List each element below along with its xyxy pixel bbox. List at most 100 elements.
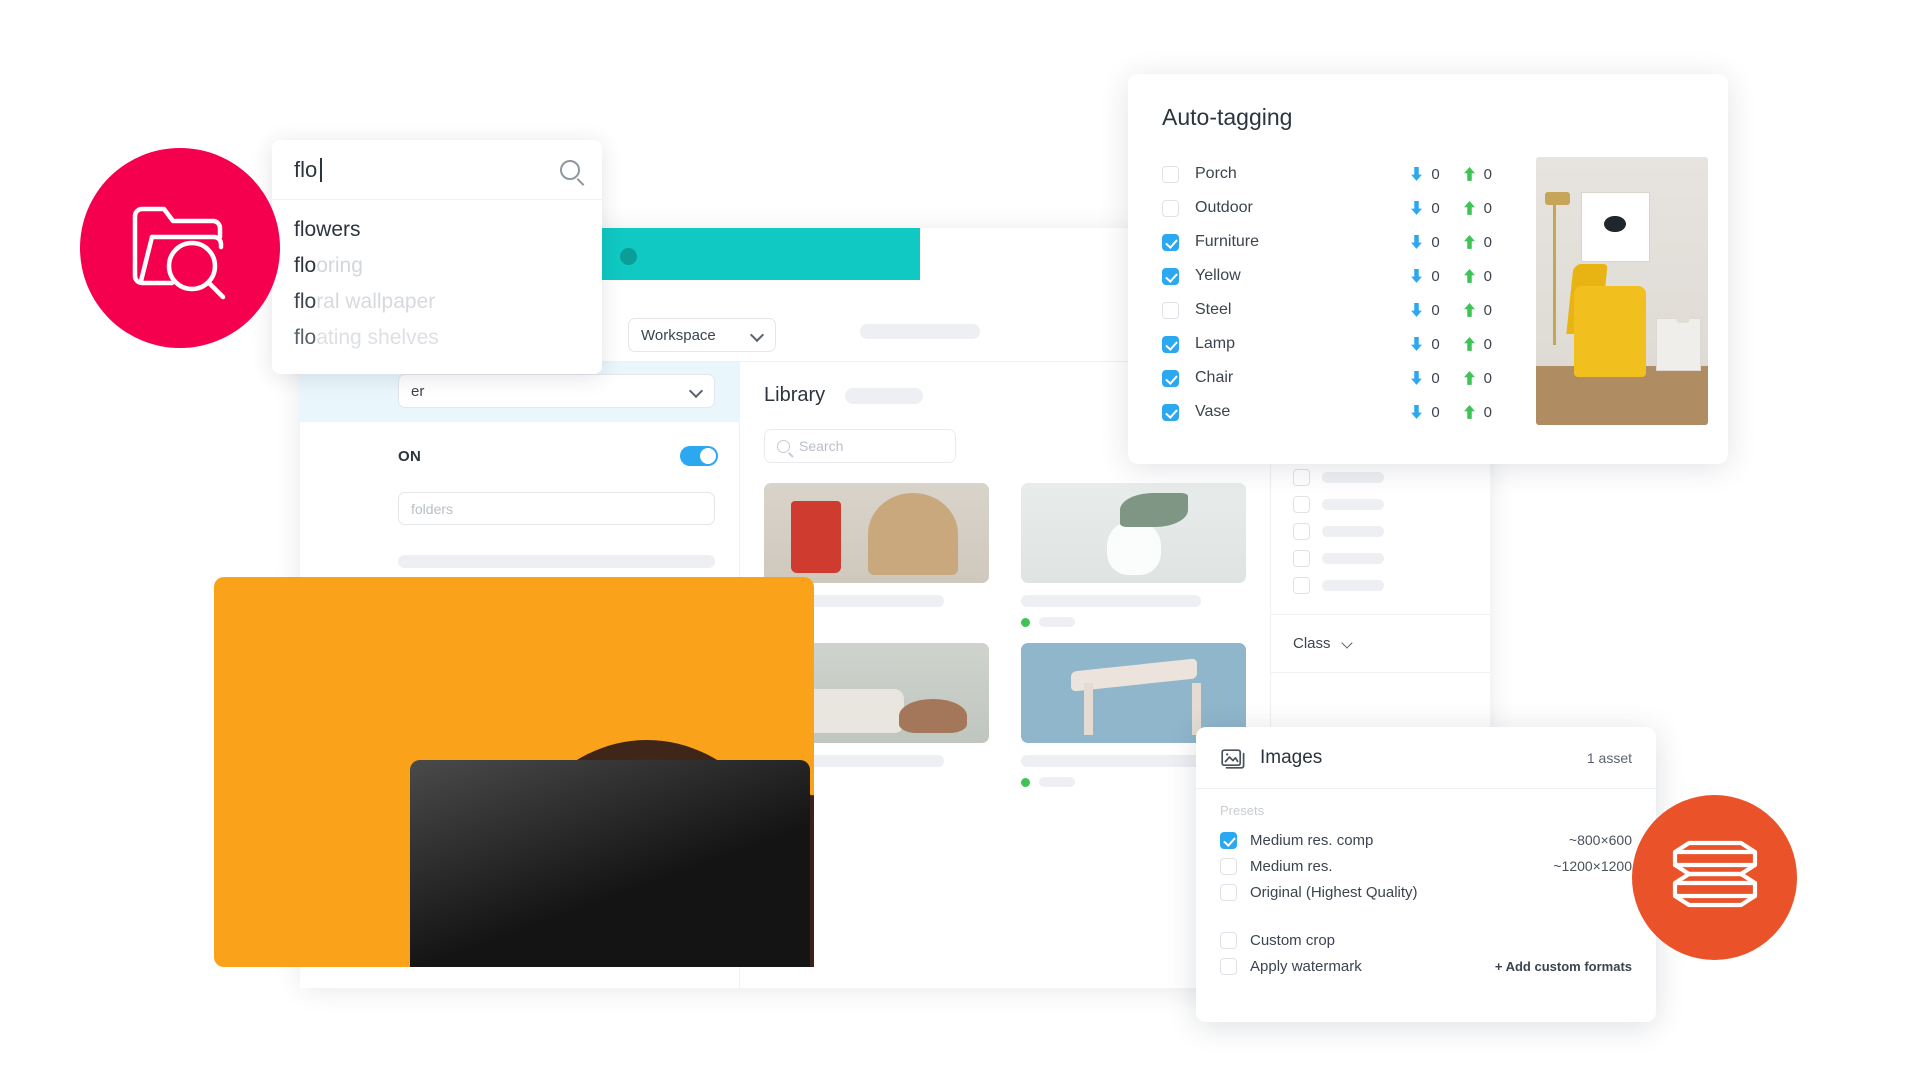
tag-checkbox[interactable] <box>1162 165 1179 183</box>
tag-checkbox[interactable] <box>1162 199 1179 217</box>
upvote-count[interactable]: 0 <box>1462 404 1492 421</box>
arrow-up-icon <box>1463 268 1475 283</box>
table-row[interactable]: Medium res. ~1200×1200 <box>1220 853 1632 879</box>
add-custom-formats-button[interactable]: + Add custom formats <box>1495 959 1632 974</box>
suggestion-prefix: flo <box>294 254 317 277</box>
library-header-placeholder <box>845 387 924 404</box>
search-input[interactable]: flo <box>294 156 323 183</box>
table-row[interactable]: Chair 0 0 <box>1162 361 1492 395</box>
image-icon <box>1221 748 1245 769</box>
upvote-value: 0 <box>1483 403 1492 421</box>
table-row[interactable]: Steel 0 0 <box>1162 293 1492 327</box>
floor-lamp-pole <box>1553 199 1557 345</box>
upvote-count[interactable]: 0 <box>1462 200 1492 217</box>
table-row[interactable] <box>1293 469 1468 486</box>
folder-search-badge <box>80 148 280 348</box>
downvote-count[interactable]: 0 <box>1409 370 1440 387</box>
upvote-count[interactable]: 0 <box>1462 302 1492 319</box>
upvote-count[interactable]: 0 <box>1462 166 1492 183</box>
table-row[interactable] <box>1293 523 1468 540</box>
list-item[interactable]: flooring <box>272 248 602 284</box>
status-dot <box>1021 617 1030 627</box>
preset-row-left: Original (Highest Quality) <box>1220 883 1418 901</box>
workspace-select-label: Workspace <box>641 326 716 344</box>
tag-checkbox[interactable] <box>1162 335 1179 353</box>
arrow-up-icon <box>1463 200 1475 215</box>
downvote-value: 0 <box>1431 403 1440 421</box>
tag-counts: 00 <box>1409 302 1492 319</box>
tag-checkbox[interactable] <box>1162 403 1179 421</box>
arrow-down-icon <box>1411 234 1423 249</box>
apply-watermark-checkbox[interactable] <box>1220 957 1237 975</box>
custom-crop-checkbox[interactable] <box>1220 931 1237 949</box>
upvote-value: 0 <box>1483 335 1492 353</box>
filter-checkbox[interactable] <box>1293 550 1310 567</box>
upvote-value: 0 <box>1483 301 1492 319</box>
filter-checkbox[interactable] <box>1293 577 1310 594</box>
downvote-count[interactable]: 0 <box>1409 335 1440 353</box>
table-row[interactable] <box>1293 577 1468 594</box>
table-row[interactable]: Lamp 0 0 <box>1162 327 1492 361</box>
suggestion-rest: ral wallpaper <box>316 290 436 313</box>
downvote-count[interactable]: 0 <box>1409 166 1440 183</box>
filter-checkbox[interactable] <box>1293 496 1310 513</box>
card-title-placeholder <box>1021 595 1201 607</box>
tag-checkbox[interactable] <box>1162 233 1179 251</box>
downvote-count[interactable]: 0 <box>1409 403 1440 421</box>
table-row[interactable]: Furniture 0 0 <box>1162 225 1492 259</box>
filter-label-placeholder <box>1322 499 1384 510</box>
filter-checkbox[interactable] <box>1293 523 1310 540</box>
table-row[interactable]: Vase 0 0 <box>1162 395 1492 429</box>
upvote-count[interactable]: 0 <box>1462 268 1492 285</box>
list-item[interactable] <box>1021 483 1246 627</box>
search-suggestion-list: flowers flooring floral wallpaper floati… <box>272 200 602 374</box>
table-row[interactable] <box>1293 550 1468 567</box>
images-panel-header: Images 1 asset <box>1196 727 1656 789</box>
downvote-count[interactable]: 0 <box>1409 234 1440 251</box>
yellow-armchair-room-photo <box>1536 157 1708 425</box>
arrow-down-icon <box>1411 166 1423 181</box>
tag-label: Yellow <box>1195 267 1241 284</box>
upvote-count[interactable]: 0 <box>1462 234 1492 251</box>
tag-checkbox[interactable] <box>1162 267 1179 285</box>
images-export-panel: Images 1 asset Presets Medium res. comp … <box>1196 727 1656 1022</box>
table-row[interactable] <box>1293 496 1468 513</box>
chevron-down-icon <box>751 329 763 341</box>
preset-checkbox[interactable] <box>1220 831 1237 849</box>
filter-checkbox[interactable] <box>1293 469 1310 486</box>
preset-checkbox[interactable] <box>1220 883 1237 901</box>
downvote-count[interactable]: 0 <box>1409 200 1440 217</box>
suggestion-prefix: flo <box>294 290 317 313</box>
search-input-value: flo <box>294 156 318 182</box>
downvote-value: 0 <box>1431 267 1440 285</box>
tag-checkbox[interactable] <box>1162 301 1179 319</box>
table-row[interactable]: Yellow 0 0 <box>1162 259 1492 293</box>
list-item[interactable]: flowers <box>272 212 602 248</box>
upvote-value: 0 <box>1483 233 1492 251</box>
downvote-count[interactable]: 0 <box>1409 267 1440 285</box>
library-grid <box>764 483 1246 787</box>
preset-checkbox[interactable] <box>1220 857 1237 875</box>
workspace-select[interactable]: Workspace <box>628 318 776 352</box>
search-input-row[interactable]: flo <box>272 140 602 200</box>
table-row[interactable]: Apply watermark + Add custom formats <box>1220 953 1632 979</box>
arrow-up-icon <box>1463 234 1475 249</box>
filter-class-header[interactable]: Class <box>1293 635 1468 652</box>
preset-label: Original (Highest Quality) <box>1250 883 1418 901</box>
upvote-count[interactable]: 0 <box>1462 370 1492 387</box>
table-row[interactable]: Medium res. comp ~800×600 <box>1220 827 1632 853</box>
table-row[interactable]: Porch 0 0 <box>1162 157 1492 191</box>
downvote-value: 0 <box>1431 335 1440 353</box>
tag-checkbox[interactable] <box>1162 369 1179 387</box>
table-row[interactable]: Outdoor 0 0 <box>1162 191 1492 225</box>
list-item[interactable]: floating shelves <box>272 320 602 356</box>
downvote-count[interactable]: 0 <box>1409 302 1440 319</box>
tag-counts: 00 <box>1409 268 1492 285</box>
table-row[interactable]: Custom crop <box>1220 927 1632 953</box>
list-item[interactable]: floral wallpaper <box>272 284 602 320</box>
magnifier-icon[interactable] <box>560 159 580 180</box>
upvote-count[interactable]: 0 <box>1462 336 1492 353</box>
filter-label-placeholder <box>1322 526 1384 537</box>
table-row[interactable]: Original (Highest Quality) <box>1220 879 1632 905</box>
card-status-placeholder <box>1039 777 1075 787</box>
